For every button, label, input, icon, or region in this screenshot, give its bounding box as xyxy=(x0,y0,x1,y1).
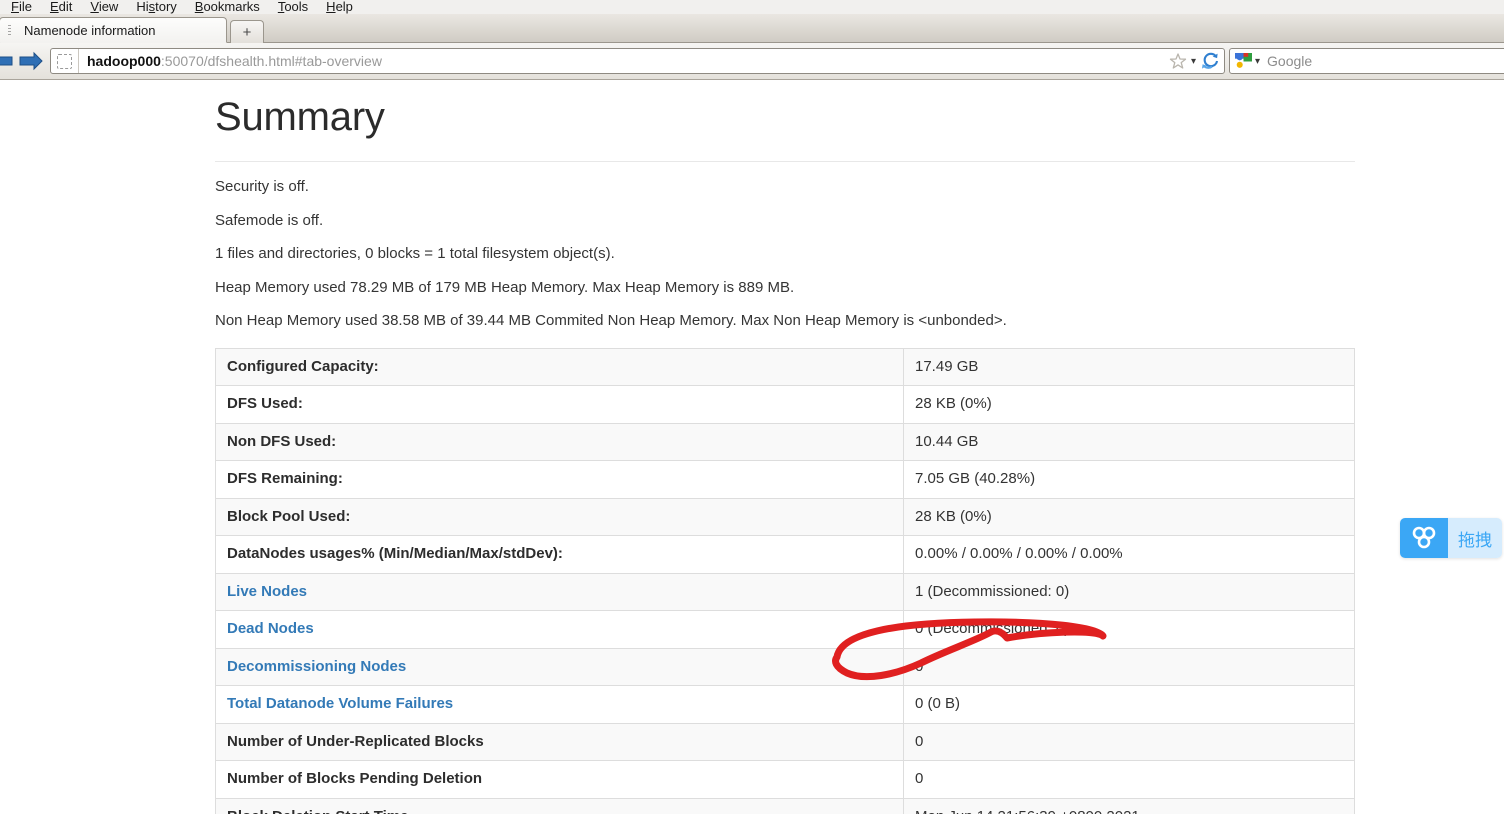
table-cell-value: 0 xyxy=(903,647,1355,686)
plus-icon: + xyxy=(242,23,252,41)
back-button[interactable] xyxy=(0,47,16,75)
table-cell-label: Non DFS Used: xyxy=(215,422,904,461)
table-cell-value: 17.49 GB xyxy=(903,347,1355,386)
table-row: Number of Under-Replicated Blocks 0 xyxy=(215,722,1355,761)
menu-item-view[interactable]: View xyxy=(81,0,127,14)
summary-line-non-heap-memory: Non Heap Memory used 38.58 MB of 39.44 M… xyxy=(215,312,1007,329)
url-input[interactable]: hadoop000:50070/dfshealth.html#tab-overv… xyxy=(87,53,1169,69)
table-row: DFS Remaining: 7.05 GB (40.28%) xyxy=(215,460,1355,499)
table-cell-value: Mon Jun 14 21:56:39 +0800 2021 xyxy=(903,797,1355,814)
new-tab-button[interactable]: + xyxy=(230,20,264,43)
table-row-link[interactable]: Dead Nodes xyxy=(227,620,314,637)
table-row: Configured Capacity: 17.49 GB xyxy=(215,347,1355,386)
menu-item-history[interactable]: History xyxy=(127,0,185,14)
table-cell-label: Dead Nodes xyxy=(215,610,904,649)
table-cell-label: DFS Remaining: xyxy=(215,460,904,499)
table-cell-label: DataNodes usages% (Min/Median/Max/stdDev… xyxy=(215,535,904,574)
table-cell-value: 28 KB (0%) xyxy=(903,385,1355,424)
summary-line-heap-memory: Heap Memory used 78.29 MB of 179 MB Heap… xyxy=(215,278,795,296)
menu-item-bookmarks[interactable]: Bookmarks xyxy=(186,0,269,14)
summary-line-security: Security is off. xyxy=(215,178,309,195)
table-cell-label: Number of Under-Replicated Blocks xyxy=(215,722,904,761)
table-row: Block Pool Used: 28 KB (0%) xyxy=(215,497,1355,536)
menu-item-help[interactable]: Help xyxy=(317,0,362,14)
search-input[interactable]: Google xyxy=(1267,53,1312,69)
table-cell-value: 0.00% / 0.00% / 0.00% / 0.00% xyxy=(903,535,1355,574)
star-icon[interactable] xyxy=(1169,52,1187,70)
back-arrow-icon xyxy=(0,56,13,66)
table-cell-label: Total Datanode Volume Failures xyxy=(215,685,904,724)
table-cell-label: Block Pool Used: xyxy=(215,497,904,536)
table-row-link[interactable]: Total Datanode Volume Failures xyxy=(227,695,453,712)
table-row: Block Deletion Start TimeMon Jun 14 21:5… xyxy=(215,797,1355,814)
table-cell-value: 0 (0 B) xyxy=(903,685,1355,724)
netdisk-icon-container[interactable] xyxy=(1400,518,1448,558)
page-icon xyxy=(8,24,18,36)
table-row: Live Nodes 1 (Decommissioned: 0) xyxy=(215,572,1355,611)
browser-chrome: File Edit View History Bookmarks Tools H… xyxy=(0,0,1504,80)
table-row-link[interactable]: Decommissioning Nodes xyxy=(227,658,406,675)
summary-table-body: Configured Capacity: 17.49 GB DFS Used: 28 … xyxy=(215,347,1355,814)
table-row: Non DFS Used: 10.44 GB xyxy=(215,422,1355,461)
google-icon[interactable] xyxy=(1235,52,1252,70)
page-content: Summary Security is off. Safemode is off… xyxy=(215,81,1355,814)
tab-title: Namenode information xyxy=(24,22,156,38)
url-host: hadoop000 xyxy=(87,53,161,69)
table-row-link[interactable]: Live Nodes xyxy=(227,583,307,600)
search-bar[interactable]: ▾ Google xyxy=(1229,48,1504,74)
tab-strip: Namenode information + xyxy=(0,14,1504,43)
table-cell-value: 0 xyxy=(903,722,1355,761)
table-row: Total Datanode Volume Failures 0 (0 B) xyxy=(215,685,1355,724)
menu-item-file[interactable]: File xyxy=(2,0,41,14)
chevron-down-icon[interactable]: ▾ xyxy=(1191,56,1196,67)
table-cell-value: 28 KB (0%) xyxy=(903,497,1355,536)
url-path: :50070/dfshealth.html#tab-overview xyxy=(160,53,382,69)
table-cell-label: Live Nodes xyxy=(215,572,904,611)
menu-item-edit[interactable]: Edit xyxy=(41,0,81,14)
netdisk-widget-label[interactable]: 拖拽 xyxy=(1448,518,1502,558)
page-viewport: Summary Security is off. Safemode is off… xyxy=(0,81,1504,814)
table-cell-value: 0 xyxy=(903,760,1355,799)
table-cell-label: Block Deletion Start Time xyxy=(215,797,904,814)
table-row: Decommissioning Nodes 0 xyxy=(215,647,1355,686)
url-bar-actions: ▾ xyxy=(1169,52,1222,70)
table-cell-value: 7.05 GB (40.28%) xyxy=(903,460,1355,499)
forward-arrow-icon xyxy=(19,51,43,71)
browser-tab[interactable]: Namenode information xyxy=(0,17,227,43)
summary-table: Configured Capacity: 17.49 GB DFS Used: 28 … xyxy=(215,347,1355,814)
table-row: Dead Nodes 0 (Decommissioned: 0) xyxy=(215,610,1355,649)
page-title: Summary xyxy=(215,95,385,139)
table-cell-label: Number of Blocks Pending Deletion xyxy=(215,760,904,799)
table-cell-label: Decommissioning Nodes xyxy=(215,647,904,686)
chevron-down-icon[interactable]: ▾ xyxy=(1255,56,1260,67)
table-cell-value: 10.44 GB xyxy=(903,422,1355,461)
url-divider xyxy=(78,49,79,73)
table-cell-value: 0 (Decommissioned: 0) xyxy=(903,610,1355,649)
menu-bar: File Edit View History Bookmarks Tools H… xyxy=(0,0,1504,14)
baidu-netdisk-icon xyxy=(1412,526,1436,549)
generic-page-favicon xyxy=(57,53,72,69)
forward-button[interactable] xyxy=(16,47,46,75)
netdisk-floating-widget[interactable]: 拖拽 xyxy=(1400,518,1502,558)
url-bar[interactable]: hadoop000:50070/dfshealth.html#tab-overv… xyxy=(50,48,1225,74)
table-row: DFS Used: 28 KB (0%) xyxy=(215,385,1355,424)
reload-icon[interactable] xyxy=(1200,52,1220,70)
table-cell-value: 1 (Decommissioned: 0) xyxy=(903,572,1355,611)
menu-item-tools[interactable]: Tools xyxy=(269,0,317,14)
summary-line-objects: 1 files and directories, 0 blocks = 1 to… xyxy=(215,245,615,262)
table-cell-label: Configured Capacity: xyxy=(215,347,904,386)
table-cell-label: DFS Used: xyxy=(215,385,904,424)
table-row: Number of Blocks Pending Deletion 0 xyxy=(215,760,1355,799)
table-row: DataNodes usages% (Min/Median/Max/stdDev… xyxy=(215,535,1355,574)
summary-line-safemode: Safemode is off. xyxy=(215,211,324,229)
navigation-toolbar: hadoop000:50070/dfshealth.html#tab-overv… xyxy=(0,43,1504,80)
